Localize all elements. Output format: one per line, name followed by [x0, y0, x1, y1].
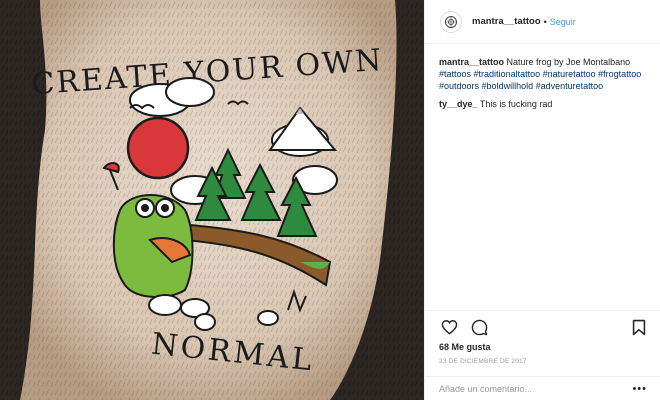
comment-icon	[471, 319, 487, 335]
more-options-icon[interactable]: •••	[632, 383, 647, 395]
post-date: 23 DE DICIEMBRE DE 2017	[439, 358, 527, 365]
follow-button[interactable]: Seguir	[550, 17, 576, 27]
hashtag-link[interactable]: #boldwillhold	[482, 81, 534, 91]
hashtag-link[interactable]: #frogtattoo	[598, 69, 641, 79]
heart-icon	[441, 320, 457, 335]
header-separator: •	[543, 16, 547, 27]
likes-count[interactable]: 68 Me gusta	[439, 342, 491, 352]
comment-button[interactable]	[469, 317, 489, 337]
like-button[interactable]	[439, 317, 459, 337]
hashtag-link[interactable]: #traditionaltattoo	[474, 69, 541, 79]
avatar[interactable]	[440, 10, 462, 33]
save-button[interactable]	[629, 317, 649, 337]
caption: mantra__tattoo Nature frog by Joe Montal…	[439, 56, 649, 92]
header-username[interactable]: mantra__tattoo	[472, 16, 541, 27]
comment-item: ty__dye_ This is fucking rad	[439, 98, 649, 110]
instagram-post-view: CREATE YOUR OWN NORMAL mantra__tattoo • …	[0, 0, 660, 400]
comment-input[interactable]	[439, 384, 633, 394]
mantra-logo-icon	[445, 15, 457, 28]
post-details-panel: mantra__tattoo • Seguir mantra__tattoo N…	[424, 0, 660, 400]
add-comment-bar: •••	[425, 376, 660, 400]
bookmark-icon	[632, 319, 646, 335]
comment-text: This is fucking rad	[477, 99, 553, 109]
hashtag-link[interactable]: #adventuretattoo	[536, 81, 604, 91]
hashtag-link[interactable]: #outdoors	[439, 81, 479, 91]
caption-text: Nature frog by Joe Montalbano	[504, 57, 631, 67]
tattoo-image: CREATE YOUR OWN NORMAL	[0, 0, 424, 400]
action-icons-row	[439, 317, 649, 337]
comment-username[interactable]: ty__dye_	[439, 99, 478, 109]
comments-list: mantra__tattoo Nature frog by Joe Montal…	[439, 56, 649, 116]
hashtag-link[interactable]: #naturetattoo	[543, 69, 596, 79]
post-photo[interactable]: CREATE YOUR OWN NORMAL	[0, 0, 424, 400]
caption-username[interactable]: mantra__tattoo	[439, 57, 504, 67]
hashtag-link[interactable]: #tattoos	[439, 69, 471, 79]
actions-section: 68 Me gusta 23 DE DICIEMBRE DE 2017 •••	[425, 310, 660, 400]
post-header: mantra__tattoo • Seguir	[425, 0, 660, 44]
